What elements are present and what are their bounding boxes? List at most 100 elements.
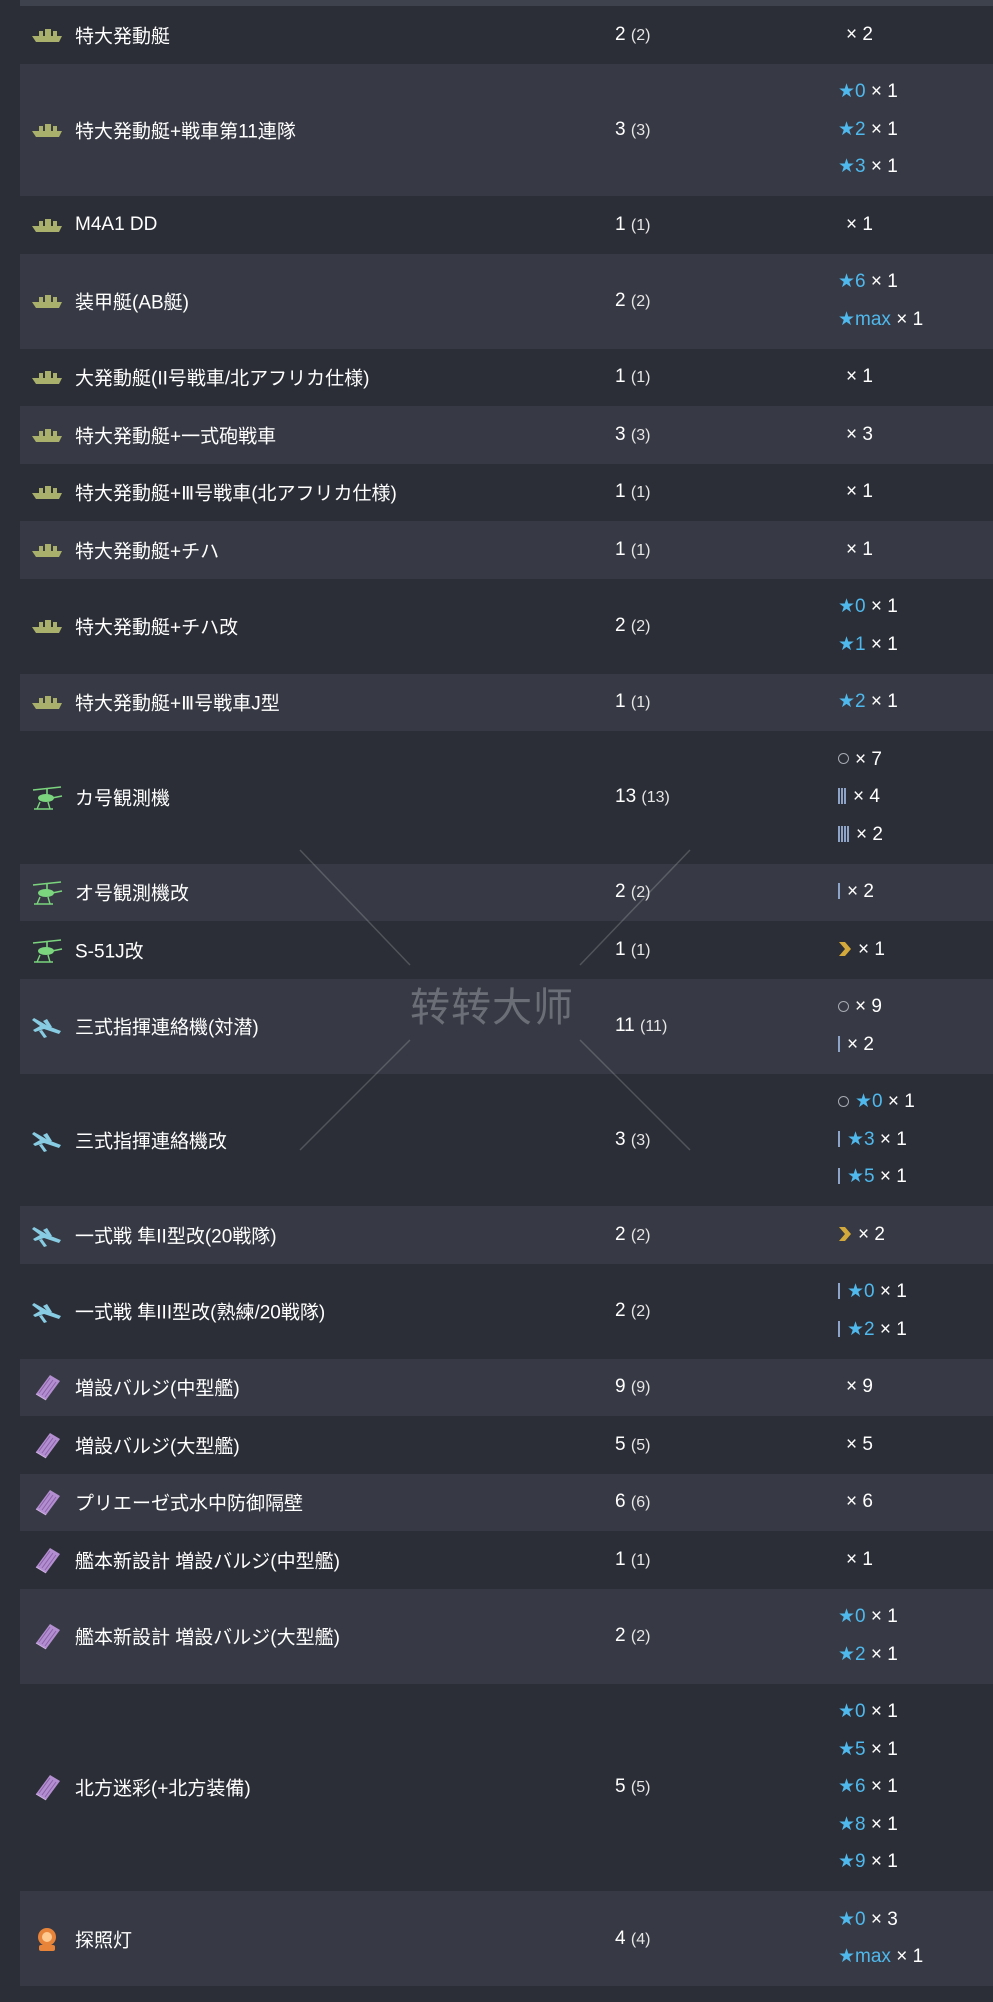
table-row: 特大発動艇+戦車第11連隊 3 (3) ★0 × 1 ★2 × 1 ★3 × 1 [20,63,993,196]
multiplier: × 1 [879,1318,907,1340]
equipment-name: 特大発動艇+一式砲戦車 [75,426,277,448]
equipment-count: 3 (3) [615,424,650,446]
count-value: 2 [615,1625,626,1646]
bulge-icon [30,1372,64,1402]
multiplier: × 1 [870,271,898,293]
multiplier: × 3 [846,423,873,445]
equipment-count: 1 (1) [615,214,650,236]
proficiency-circle-icon [838,1095,849,1107]
equipment-count: 2 (2) [615,24,650,46]
improvement-line: × 4 [838,785,880,809]
multiplier: × 1 [879,1166,907,1188]
multiplier: × 1 [870,156,898,178]
table-row: M4A1 DD 1 (1) × 1 [20,196,993,254]
improvement-line: ★6 × 1 [838,270,898,294]
count-sub: (3) [630,121,651,139]
improvement-line: × 1 [838,938,885,962]
multiplier: × 4 [853,786,880,808]
count-value: 1 [615,1548,626,1570]
table-row: オ号観測機改 2 (2) × 2 [20,863,993,921]
equipment-name: 増設バルジ(中型艦) [75,1378,240,1400]
equipment-name: 三式指揮連絡機(対潜) [75,1017,259,1039]
multiplier: × 1 [846,481,873,503]
improvement-line: ★0 × 1 [838,1090,915,1114]
star-level: ★2 [847,1318,875,1340]
equipment-name: 装甲艇(AB艇) [75,292,190,314]
multiplier: × 1 [870,81,898,103]
count-value: 3 [615,1128,626,1150]
bulge-icon [30,1430,64,1460]
table-row: 三式指揮連絡機改 3 (3) ★0 × 1 ★3 × 1 ★5 × 1 [20,1073,993,1206]
equipment-name: 一式戦 隼III型改(熟練/20戦隊) [75,1302,326,1324]
improvement-line: ★1 × 1 [838,633,898,657]
count-value: 5 [615,1776,626,1798]
improvement-line: × 1 [846,213,873,237]
equipment-count: 2 (2) [615,881,650,903]
count-value: 13 [615,786,637,808]
equipment-count: 1 (1) [615,366,650,388]
multiplier: × 9 [846,1376,873,1398]
proficiency-bars-icon [838,1279,841,1303]
equipment-name: 特大発動艇+チハ改 [75,617,239,639]
multiplier: × 7 [855,748,882,770]
table-row: 特大発動艇+一式砲戦車 3 (3) × 3 [20,406,993,464]
improvement-line: × 9 [846,1375,873,1399]
landing-craft-icon [30,286,64,316]
improvement-line: × 1 [846,538,873,562]
count-value: 2 [615,881,626,903]
multiplier: × 1 [887,1091,915,1113]
equipment-count: 2 (2) [615,1625,650,1647]
count-value: 1 [615,538,626,560]
table-row: 探照灯 4 (4) ★0 × 3 ★max × 1 [20,1891,993,1986]
table-row: 艦本新設計 増設バルジ(大型艦) 2 (2) ★0 × 1 ★2 × 1 [20,1588,993,1684]
count-sub: (1) [630,369,651,387]
liaison-plane-icon [30,1125,64,1155]
equipment-name: 特大発動艇+Ⅲ号戦車J型 [75,693,280,715]
equipment-name: カ号観測機 [75,788,171,810]
landing-craft-icon [30,611,64,641]
proficiency-bars-icon [838,1127,841,1151]
autogyro-icon [30,782,64,812]
equipment-count: 4 (4) [615,1928,650,1950]
table-row: 増設バルジ(大型艦) 5 (5) × 5 [20,1416,993,1474]
equipment-count: 1 (1) [615,691,650,713]
star-level: ★2 [838,1643,866,1665]
count-sub: (2) [630,293,651,310]
improvement-line: ★2 × 1 [838,690,898,714]
equipment-count: 9 (9) [615,1376,650,1398]
multiplier: × 9 [855,996,882,1018]
star-level: ★6 [838,1776,866,1798]
equipment-count: 2 (2) [615,1300,650,1322]
star-level: ★0 [847,1281,875,1303]
star-level: ★5 [838,1738,866,1760]
improvement-line: ★0 × 1 [838,1605,898,1629]
multiplier: × 1 [846,213,873,235]
count-value: 2 [615,1300,626,1321]
count-sub: (9) [630,1379,651,1397]
equipment-name: プリエーゼ式水中防御隔壁 [75,1493,304,1515]
improvement-line: ★max × 1 [838,308,923,332]
improvement-line: × 2 [846,23,873,47]
multiplier: × 1 [896,1946,924,1968]
proficiency-chevron-icon [838,1225,852,1241]
table-row: 特大発動艇 2 (2) × 2 [20,6,993,64]
multiplier: × 2 [856,823,883,845]
multiplier: × 2 [847,1033,874,1055]
table-row: 特大発動艇+Ⅲ号戦車J型 1 (1) ★2 × 1 [20,673,993,731]
improvement-line: ★0 × 1 [838,80,898,104]
multiplier: × 1 [896,308,924,330]
landing-craft-icon [30,362,64,392]
improvement-line: ★2 × 1 [838,1318,907,1342]
count-sub: (4) [630,1930,651,1948]
equipment-name: 特大発動艇 [75,26,171,48]
landing-craft-icon [30,535,64,565]
star-level: ★0 [838,1908,866,1930]
improvement-line: × 9 [838,995,882,1019]
count-value: 2 [615,615,626,636]
count-value: 9 [615,1376,626,1398]
star-level: ★5 [847,1166,875,1188]
equipment-table: 特大発動艇 2 (2) × 2 特大発動艇+戦車第11連隊 3 (3) ★0 × 1 ★2 … [20,6,993,1986]
count-value: 2 [615,23,626,45]
improvement-line: × 1 [846,365,873,389]
count-value: 1 [615,481,626,503]
